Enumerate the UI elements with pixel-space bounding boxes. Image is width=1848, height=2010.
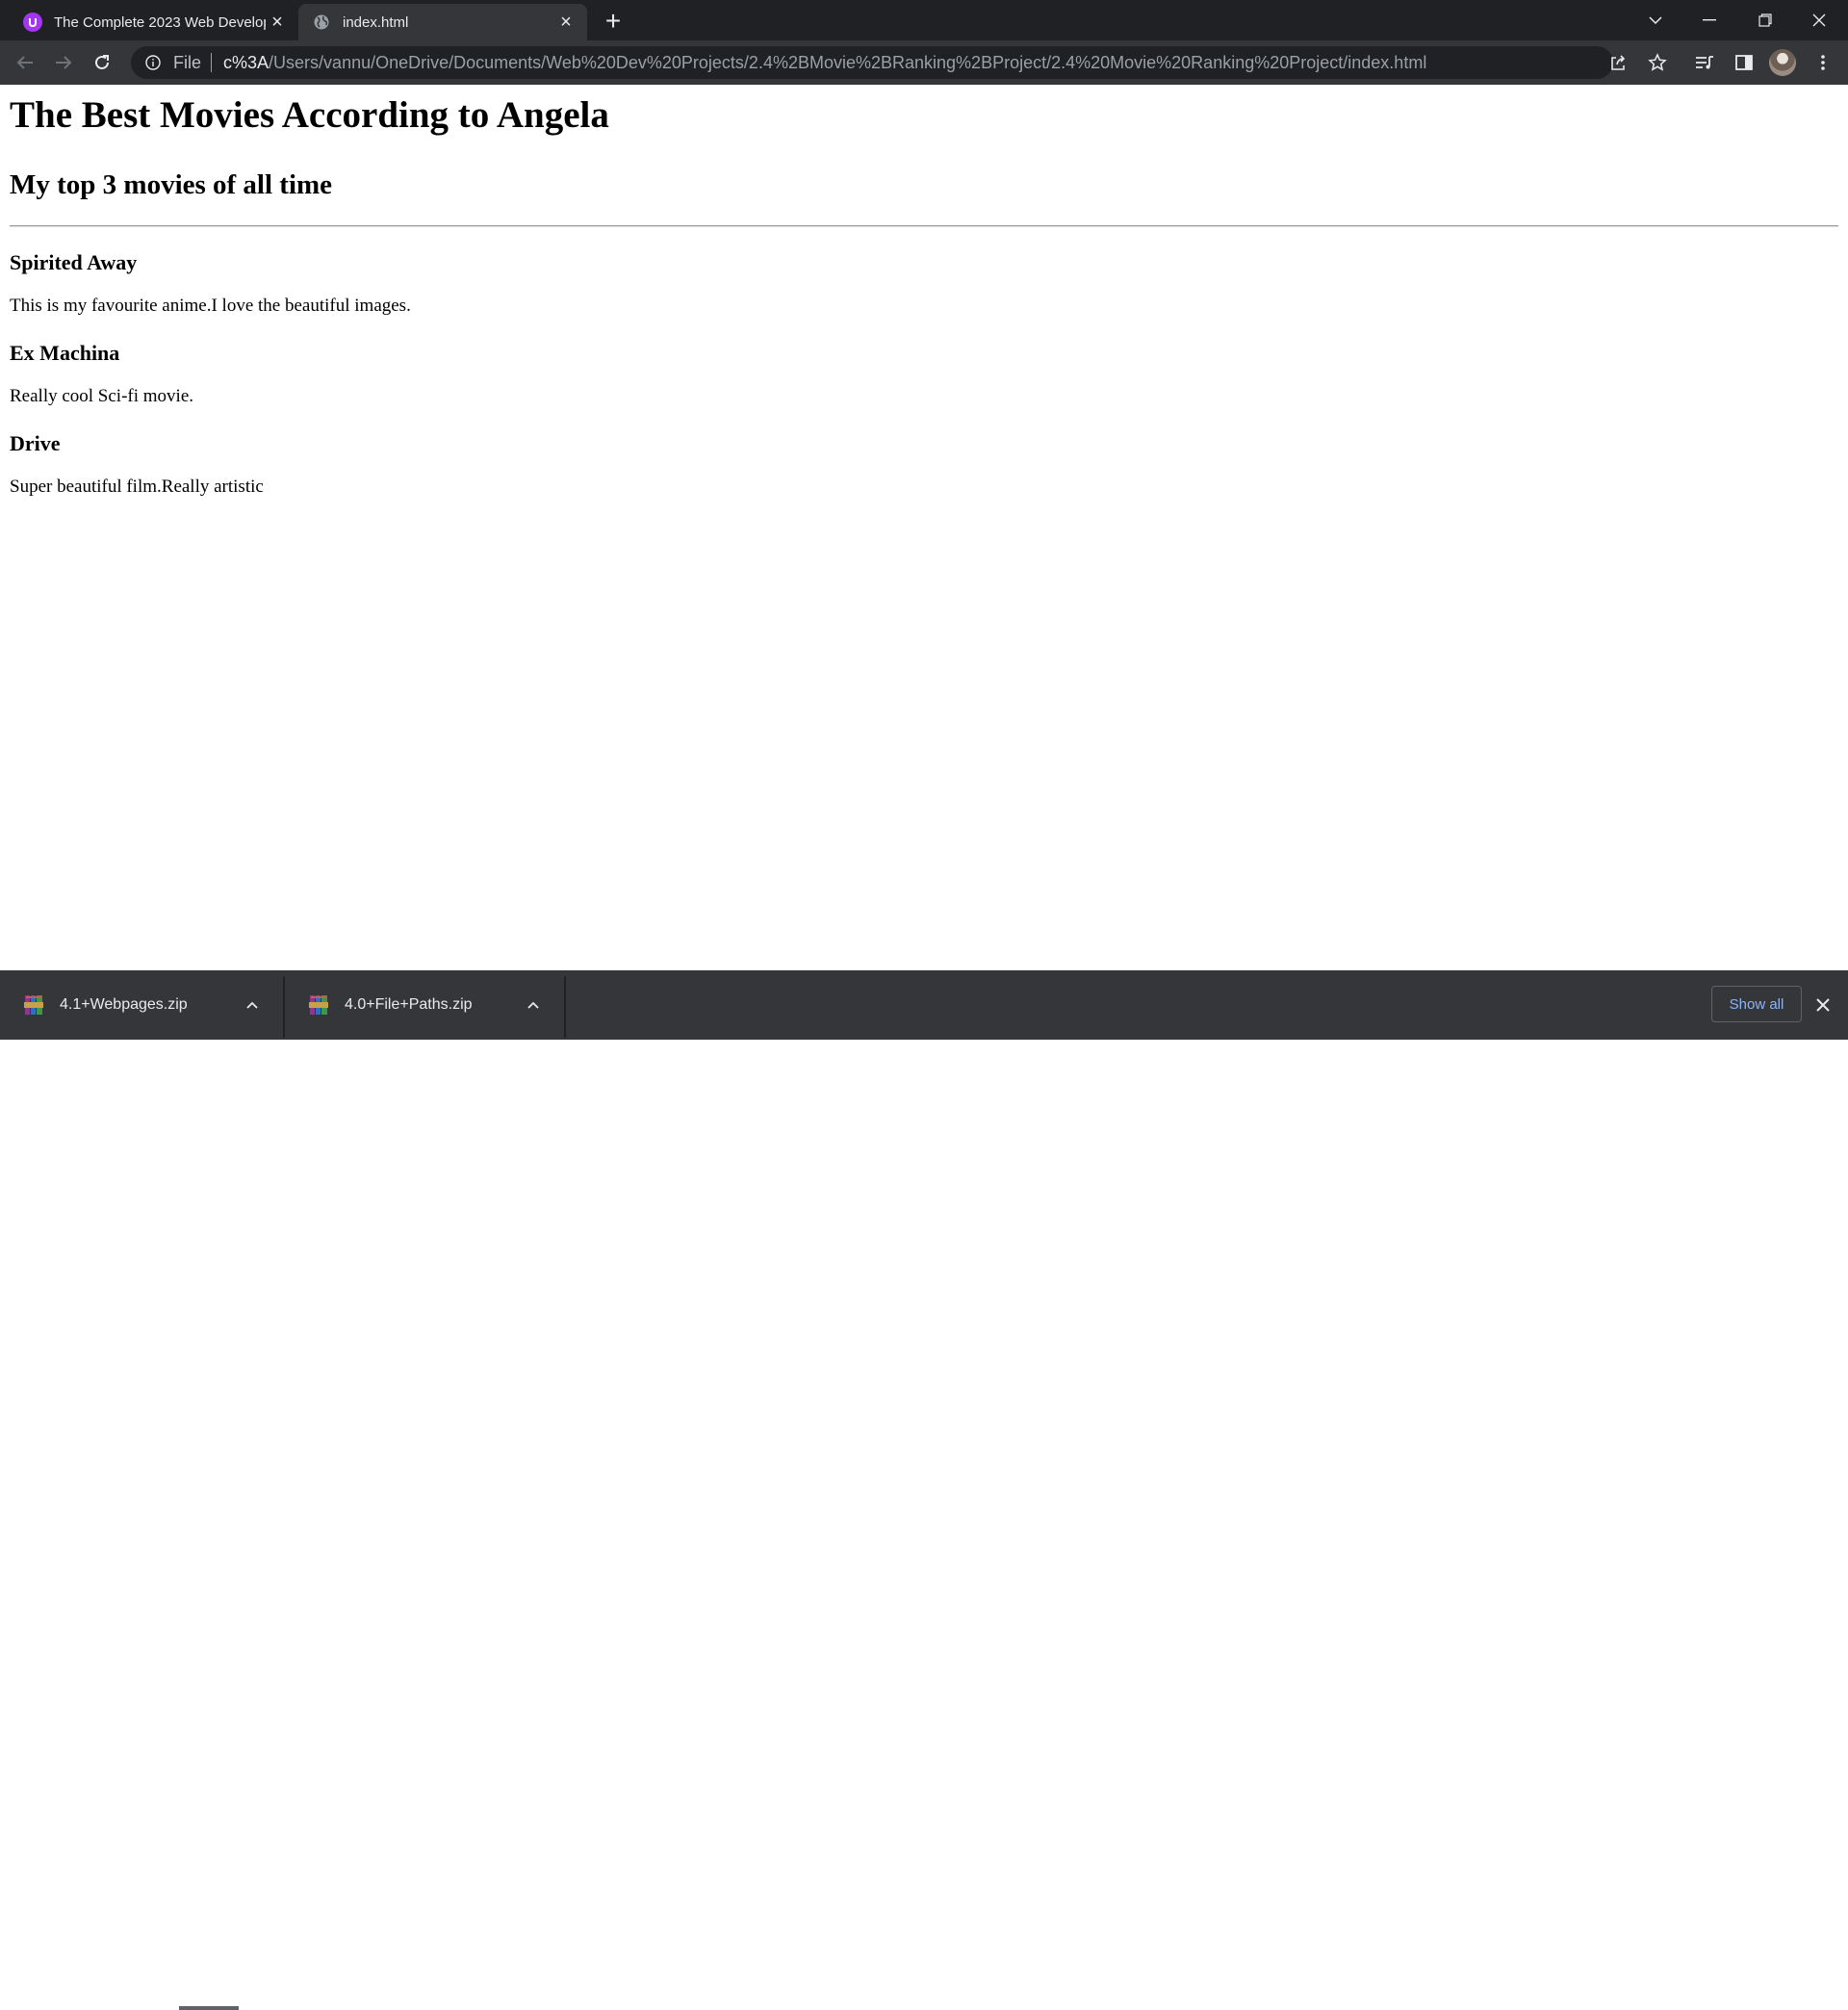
movie-description: Super beautiful film.Really artistic (10, 477, 264, 497)
more-menu-icon[interactable] (1806, 46, 1840, 79)
globe-icon (312, 13, 331, 32)
winrar-zip-icon (23, 994, 44, 1016)
movie-title: Drive (10, 431, 61, 455)
download-filename: 4.1+Webpages.zip (60, 996, 188, 1013)
close-icon[interactable] (1810, 992, 1836, 1018)
back-arrow-icon[interactable] (8, 46, 42, 79)
movie-description: This is my favourite anime.I love the be… (10, 296, 411, 316)
page-subtitle: My top 3 movies of all time (10, 169, 333, 200)
tab-title: The Complete 2023 Web Developer (54, 13, 266, 31)
minimize-icon[interactable] (1684, 0, 1734, 40)
show-all-button[interactable]: Show all (1711, 986, 1802, 1022)
tab-strip: The Complete 2023 Web Developer × index.… (0, 0, 1848, 40)
tab-udemy-course[interactable]: The Complete 2023 Web Developer × (10, 4, 298, 40)
movie-title: Ex Machina (10, 341, 120, 365)
winrar-zip-icon (308, 994, 329, 1016)
url-scheme-label: File (173, 52, 202, 72)
download-divider (564, 976, 566, 1038)
tab-index-html[interactable]: index.html × (298, 4, 587, 40)
restore-icon[interactable] (1740, 0, 1790, 40)
address-bar[interactable]: File c%3A/Users/vannu/OneDrive/Documents… (131, 46, 1613, 79)
download-shelf-scroll-indicator (179, 2006, 239, 2010)
download-item[interactable]: 4.1+Webpages.zip (0, 970, 283, 1040)
download-item[interactable]: 4.0+File+Paths.zip (285, 970, 564, 1040)
forward-arrow-icon[interactable] (46, 46, 81, 79)
chevron-up-icon[interactable] (522, 993, 545, 1017)
divider (10, 225, 1838, 227)
page-title: The Best Movies According to Angela (10, 94, 609, 136)
chevron-up-icon[interactable] (241, 993, 264, 1017)
tab-close-icon[interactable]: × (266, 12, 289, 34)
reading-list-icon[interactable] (1687, 46, 1722, 79)
tab-title: index.html (343, 13, 409, 31)
tab-close-icon[interactable]: × (554, 12, 578, 34)
bookmark-star-icon[interactable] (1641, 46, 1674, 79)
reload-icon[interactable] (85, 46, 119, 79)
url-divider (211, 53, 213, 72)
movie-title: Spirited Away (10, 250, 138, 274)
tab-search-chevron-icon[interactable] (1630, 0, 1681, 40)
site-info-icon[interactable] (144, 54, 162, 71)
browser-toolbar: File c%3A/Users/vannu/OneDrive/Documents… (0, 40, 1848, 85)
new-tab-plus-icon[interactable]: + (597, 8, 629, 37)
share-icon[interactable] (1602, 46, 1634, 79)
download-filename: 4.0+File+Paths.zip (345, 996, 473, 1013)
side-panel-icon[interactable] (1727, 46, 1761, 79)
udemy-icon (23, 13, 42, 32)
close-window-icon[interactable] (1794, 0, 1844, 40)
movie-description: Really cool Sci-fi movie. (10, 386, 194, 406)
url-host: c%3A (223, 52, 270, 72)
page-viewport: The Best Movies According to Angela My t… (0, 85, 1848, 970)
profile-avatar[interactable] (1769, 49, 1796, 76)
url-path: /Users/vannu/OneDrive/Documents/Web%20De… (269, 52, 1427, 72)
download-shelf: 4.1+Webpages.zip 4.0+File+Paths.zip Show… (0, 970, 1848, 2010)
url-text: c%3A/Users/vannu/OneDrive/Documents/Web%… (223, 53, 1426, 73)
